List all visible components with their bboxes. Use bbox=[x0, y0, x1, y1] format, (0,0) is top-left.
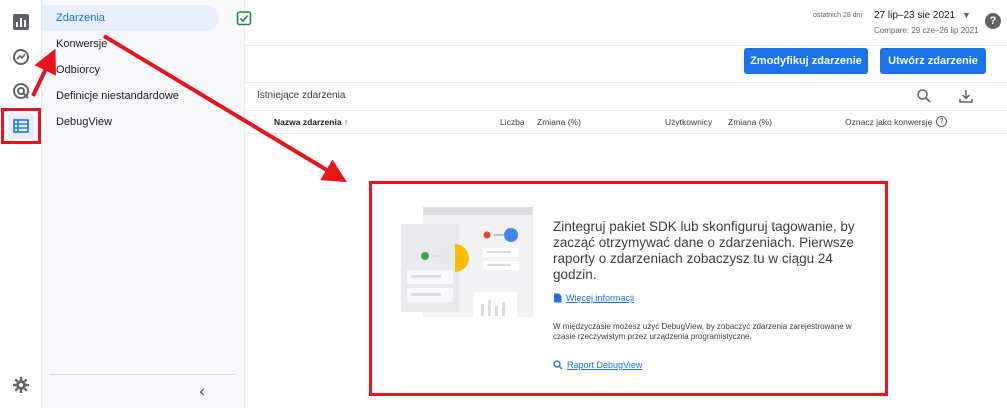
bar-chart-icon[interactable] bbox=[8, 9, 34, 35]
column-mark-conversion[interactable]: Oznacz jako konwersję bbox=[845, 117, 932, 127]
download-icon[interactable] bbox=[958, 88, 974, 104]
search-icon[interactable] bbox=[916, 88, 932, 104]
nav-item-odbiorcy[interactable]: Odbiorcy bbox=[42, 57, 219, 83]
column-change-1[interactable]: Zmiana (%) bbox=[537, 117, 581, 127]
explore-icon[interactable] bbox=[8, 44, 34, 70]
nav-item-definicje[interactable]: Definicje niestandardowe bbox=[42, 83, 219, 109]
secondary-nav: Zdarzenia Konwersje Odbiorcy Definicje n… bbox=[42, 0, 245, 408]
advertising-icon[interactable] bbox=[8, 78, 34, 104]
annotation-highlight-empty-state bbox=[369, 181, 888, 396]
compare-range-label: Compare: 29 cze–26 lip 2021 bbox=[874, 26, 979, 35]
header-divider bbox=[245, 110, 1007, 111]
chevron-left-icon[interactable]: ‹ bbox=[192, 382, 212, 402]
column-users[interactable]: Użytkownicy bbox=[665, 117, 712, 127]
modify-event-button[interactable]: Zmodyfikuj zdarzenie bbox=[744, 48, 868, 74]
date-preset-label: ostatnich 28 dni bbox=[813, 12, 863, 19]
create-event-button[interactable]: Utwórz zdarzenie bbox=[880, 48, 986, 74]
header bbox=[245, 0, 1007, 46]
column-count[interactable]: Liczba bbox=[500, 117, 525, 127]
nav-item-debugview[interactable]: DebugView bbox=[42, 109, 219, 135]
column-event-name[interactable]: Nazwa zdarzenia ↑ bbox=[274, 117, 348, 127]
nav-item-zdarzenia[interactable]: Zdarzenia bbox=[42, 5, 219, 31]
gear-icon[interactable] bbox=[8, 372, 34, 398]
annotation-highlight-rail bbox=[1, 108, 41, 144]
nav-item-konwersje[interactable]: Konwersje bbox=[42, 31, 219, 57]
column-divider bbox=[245, 133, 1007, 134]
card-title: Istniejące zdarzenia bbox=[257, 90, 346, 101]
column-change-2[interactable]: Zmiana (%) bbox=[728, 117, 772, 127]
verified-check-icon bbox=[236, 11, 252, 26]
help-icon[interactable]: ? bbox=[985, 13, 1001, 29]
icon-rail bbox=[0, 0, 42, 408]
chevron-down-icon[interactable]: ▼ bbox=[962, 10, 971, 20]
date-range-picker[interactable]: 27 lip–23 sie 2021 bbox=[874, 10, 955, 21]
help-circle-icon[interactable]: ? bbox=[936, 116, 947, 127]
nav-divider bbox=[50, 374, 236, 375]
